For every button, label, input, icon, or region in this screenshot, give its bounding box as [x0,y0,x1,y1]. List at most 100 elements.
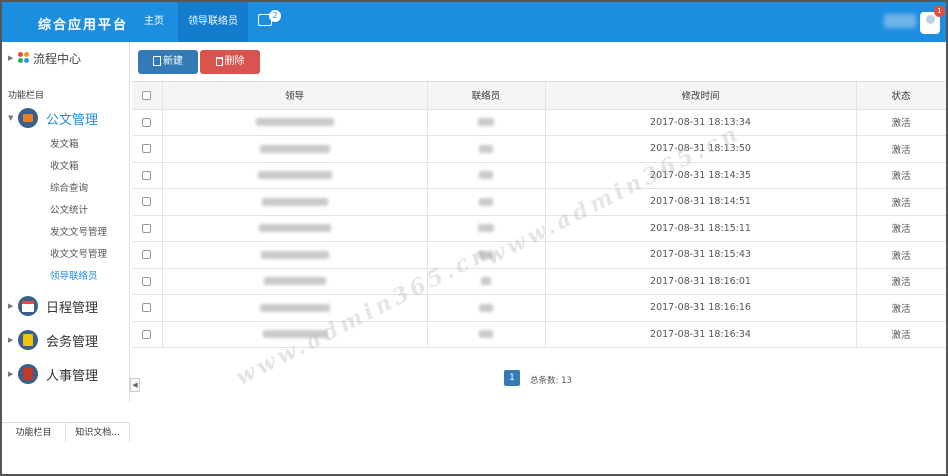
liaison-cell [427,135,546,163]
caret-right-icon: ▶ [8,54,14,62]
leader-cell [162,268,428,295]
sidebar-group-meetings[interactable]: ▶ 会务管理 [8,328,98,352]
sidebar: ▶ 流程中心 功能栏目 ▼ 公文管理 发文箱 收文箱 综合查询 公文统计 发文文… [2,42,130,442]
new-button[interactable]: 新建 [138,50,198,74]
modified-time-cell: 2017-08-31 18:16:16 [545,294,857,322]
tab-knowledge-docs[interactable]: 知识文档... [66,423,130,442]
user-name[interactable] [884,14,916,28]
modified-time-cell: 2017-08-31 18:13:50 [545,135,857,163]
table-row[interactable]: 2017-08-31 18:16:34 激活 [132,321,946,348]
flow-center-icon [18,52,30,64]
sidebar-group-hr[interactable]: ▶ 人事管理 [8,362,98,386]
leader-cell [162,241,428,269]
row-checkbox[interactable] [132,241,163,269]
column-modified-time[interactable]: 修改时间 [545,82,857,110]
column-status[interactable]: 状态 [856,82,946,110]
select-all-checkbox[interactable] [132,82,163,110]
modified-time-cell: 2017-08-31 18:15:43 [545,241,857,269]
delete-button-label: 删除 [224,56,245,67]
sidebar-item-incoming-numbers[interactable]: 收文文号管理 [50,246,107,260]
page-1-button[interactable]: 1 [504,370,520,386]
table-row[interactable]: 2017-08-31 18:15:43 激活 [132,241,946,269]
row-checkbox[interactable] [132,294,163,322]
messages-count-badge: 2 [269,10,281,22]
sidebar-group-schedule[interactable]: ▶ 日程管理 [8,294,98,318]
app-window: 综合应用平台 主页 领导联络员 2 1 ▶ 流程中心 功能栏目 ▼ 公文管理 发… [0,0,948,476]
table-row[interactable]: 2017-08-31 18:15:11 激活 [132,215,946,242]
row-checkbox[interactable] [132,268,163,295]
table-row[interactable]: 2017-08-31 18:14:51 激活 [132,188,946,216]
table-row[interactable]: 2017-08-31 18:13:34 激活 [132,109,946,136]
row-checkbox[interactable] [132,135,163,163]
sidebar-item-inbox[interactable]: 收文箱 [50,158,79,172]
caret-right-icon: ▶ [8,302,14,310]
liaison-cell [427,294,546,322]
status-cell: 激活 [856,162,946,189]
calendar-icon [18,296,38,316]
modified-time-cell: 2017-08-31 18:16:34 [545,321,857,348]
status-cell: 激活 [856,109,946,136]
status-cell: 激活 [856,268,946,295]
row-checkbox[interactable] [132,215,163,242]
tab-functions[interactable]: 功能栏目 [2,423,66,442]
status-cell: 激活 [856,188,946,216]
liaison-table: 领导 联络员 修改时间 状态 2017-08-31 18:13:34 激活 2017… [132,81,946,357]
file-icon [153,56,161,66]
leader-cell [162,162,428,189]
modified-time-cell: 2017-08-31 18:15:11 [545,215,857,242]
clipboard-icon [18,330,38,350]
sidebar-group-label: 会务管理 [46,334,99,350]
column-liaison[interactable]: 联络员 [427,82,546,110]
nav-leader-liaison[interactable]: 领导联络员 [178,2,248,42]
status-cell: 激活 [856,294,946,322]
row-checkbox[interactable] [132,188,163,216]
table-header-row: 领导 联络员 修改时间 状态 [132,82,946,110]
sidebar-group-documents[interactable]: ▼ 公文管理 [8,106,98,130]
total-count: 总条数: 13 [530,376,572,386]
delete-button[interactable]: 删除 [200,50,260,74]
modified-time-cell: 2017-08-31 18:16:01 [545,268,857,295]
row-checkbox[interactable] [132,109,163,136]
caret-down-icon: ▼ [8,114,14,122]
table-row[interactable]: 2017-08-31 18:16:01 激活 [132,268,946,295]
liaison-cell [427,321,546,348]
liaison-cell [427,109,546,136]
caret-right-icon: ▶ [8,336,14,344]
liaison-cell [427,268,546,295]
sidebar-item-outbox[interactable]: 发文箱 [50,136,79,150]
leader-cell [162,321,428,348]
sidebar-bottom-tabs: 功能栏目 知识文档... [2,422,130,442]
sidebar-group-label: 日程管理 [46,300,99,316]
sidebar-item-search[interactable]: 综合查询 [50,180,88,194]
row-checkbox[interactable] [132,162,163,189]
row-checkbox[interactable] [132,321,163,348]
sidebar-group-label: 公文管理 [46,112,99,128]
column-leader[interactable]: 领导 [162,82,428,110]
sidebar-item-leader-liaison[interactable]: 领导联络员 [50,268,98,282]
sidebar-item-flow-center[interactable]: ▶ 流程中心 [8,50,81,66]
table-row[interactable]: 2017-08-31 18:16:16 激活 [132,294,946,322]
leader-cell [162,215,428,242]
sidebar-section-title: 功能栏目 [8,91,45,101]
briefcase-icon [18,108,38,128]
sidebar-item-outgoing-numbers[interactable]: 发文文号管理 [50,224,107,238]
sidebar-group-label: 人事管理 [46,368,99,384]
status-cell: 激活 [856,241,946,269]
liaison-cell [427,188,546,216]
modified-time-cell: 2017-08-31 18:13:34 [545,109,857,136]
sidebar-item-statistics[interactable]: 公文统计 [50,202,88,216]
caret-right-icon: ▶ [8,370,14,378]
trash-icon [215,56,223,66]
table-row[interactable]: 2017-08-31 18:13:50 激活 [132,135,946,163]
leader-cell [162,109,428,136]
status-cell: 激活 [856,135,946,163]
status-cell: 激活 [856,215,946,242]
table-row[interactable]: 2017-08-31 18:14:35 激活 [132,162,946,189]
modified-time-cell: 2017-08-31 18:14:35 [545,162,857,189]
leader-cell [162,135,428,163]
nav-home[interactable]: 主页 [133,2,175,42]
collapse-sidebar-icon[interactable]: ◀ [130,378,140,392]
personnel-icon [18,364,38,384]
leader-cell [162,188,428,216]
notification-badge: 1 [934,6,945,17]
